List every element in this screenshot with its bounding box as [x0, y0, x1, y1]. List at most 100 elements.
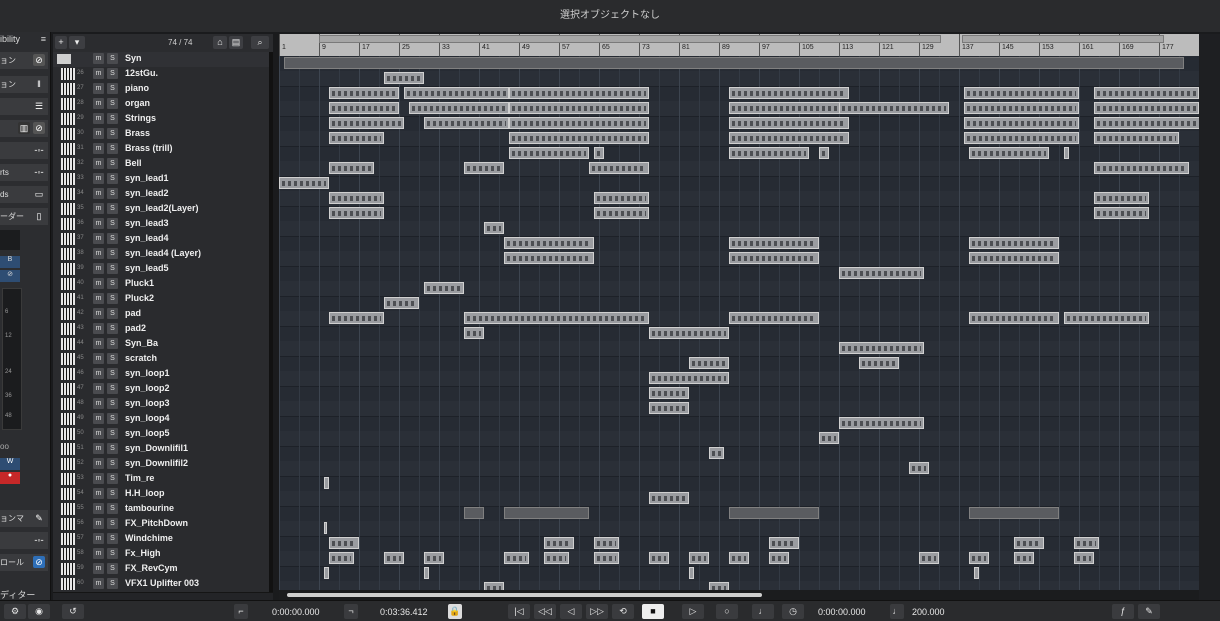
midi-part[interactable] [964, 87, 1079, 99]
solo-button[interactable]: S [107, 563, 118, 574]
midi-part[interactable] [729, 237, 819, 249]
mute-button[interactable]: m [93, 83, 104, 94]
track-row[interactable]: 52 m Ssyn_Downlifil2 [53, 457, 273, 473]
pencil-icon[interactable]: ✎ [1138, 604, 1160, 619]
midi-part[interactable] [1064, 147, 1069, 159]
midi-part[interactable] [729, 132, 849, 144]
midi-part[interactable] [729, 312, 819, 324]
timeline-ruler[interactable]: 1 9 17 25 33 41 49 57 65 73 81 89 97 105 113 121 129 137 1… [279, 34, 1199, 56]
midi-part[interactable] [1014, 537, 1044, 549]
midi-part[interactable] [649, 492, 689, 504]
midi-part[interactable] [1074, 537, 1099, 549]
track-row[interactable]: 42 m Spad [53, 307, 273, 323]
track-row[interactable]: 54 m S H.H_loop [53, 487, 273, 503]
rewind-button[interactable]: ◁◁ [534, 604, 556, 619]
midi-part[interactable] [689, 552, 709, 564]
mute-button[interactable]: m [93, 503, 104, 514]
track-row[interactable]: 30 m S Brass [53, 127, 273, 143]
midi-part[interactable] [839, 342, 924, 354]
go-to-start-button[interactable]: |◁ [508, 604, 530, 619]
midi-part[interactable] [594, 192, 649, 204]
track-row[interactable]: 40 m S Pluck1 [53, 277, 273, 293]
settings-icon[interactable]: ⊘ [33, 556, 45, 568]
mute-button[interactable]: m [93, 248, 104, 259]
mute-button[interactable]: m [93, 188, 104, 199]
midi-part[interactable] [329, 312, 384, 324]
track-row[interactable]: 41 m S Pluck2 [53, 292, 273, 308]
solo-button[interactable]: S [107, 503, 118, 514]
midi-part[interactable] [464, 312, 649, 324]
midi-part[interactable] [729, 147, 809, 159]
mute-button[interactable]: m [93, 98, 104, 109]
midi-part[interactable] [329, 207, 384, 219]
solo-button[interactable]: S [107, 413, 118, 424]
inspector-row-1[interactable]: ョン ⊘ [0, 52, 48, 69]
record-button[interactable]: ○ [716, 604, 738, 619]
inspector-row-sends[interactable]: rts -◦- [0, 164, 48, 181]
edit-icon[interactable]: ⊘ [33, 122, 45, 134]
solo-button[interactable]: S [107, 68, 118, 79]
midi-part[interactable] [1094, 192, 1149, 204]
midi-part[interactable] [1014, 552, 1034, 564]
mute-button[interactable]: m [93, 548, 104, 559]
midi-part[interactable] [329, 162, 374, 174]
track-row[interactable]: 47 m Ssyn_loop2 [53, 382, 273, 398]
sliders-icon[interactable]: ☰ [33, 100, 45, 112]
track-row[interactable]: 26 m S 12stGu. [53, 67, 273, 83]
solo-button[interactable]: S [107, 248, 118, 259]
midi-part[interactable] [424, 282, 464, 294]
inspector-row-connector[interactable]: -◦- [0, 532, 48, 549]
midi-part[interactable] [689, 567, 694, 579]
midi-part[interactable] [329, 132, 384, 144]
solo-button[interactable]: S [107, 548, 118, 559]
inspector-row-fader[interactable]: ーダー ▯ [0, 208, 48, 225]
track-row[interactable]: 45 m Sscratch [53, 352, 273, 368]
solo-button[interactable]: S [107, 533, 118, 544]
midi-part[interactable] [509, 87, 649, 99]
track-row[interactable]: 31 m S Brass (trill) [53, 142, 273, 158]
connector-icon[interactable]: -◦- [33, 144, 45, 156]
mute-button[interactable]: m [93, 218, 104, 229]
track-row[interactable]: 27 m Spiano [53, 82, 273, 98]
solo-button[interactable]: S [107, 203, 118, 214]
midi-part[interactable] [769, 552, 789, 564]
midi-part[interactable] [969, 552, 989, 564]
track-row[interactable]: 33 m Ssyn_lead1 [53, 172, 273, 188]
midi-part[interactable] [464, 327, 484, 339]
midi-part[interactable] [909, 462, 929, 474]
edit-icon[interactable]: ⊘ [33, 54, 45, 66]
horizontal-scroll-thumb[interactable] [287, 593, 762, 597]
mute-button[interactable]: m [93, 413, 104, 424]
midi-part[interactable] [729, 552, 749, 564]
midi-part[interactable] [509, 117, 649, 129]
track-row[interactable]: 53 m S Tim_re [53, 472, 273, 488]
track-row[interactable]: 59 m S FX_RevCym [53, 562, 273, 578]
midi-part[interactable] [404, 87, 509, 99]
midi-part[interactable] [594, 552, 619, 564]
monitor-icon[interactable]: ▭ [33, 188, 45, 200]
midi-part[interactable] [484, 222, 504, 234]
track-row[interactable]: 58 m S Fx_High [53, 547, 273, 563]
midi-part[interactable] [839, 267, 924, 279]
add-track-button[interactable]: + [55, 36, 67, 49]
track-row[interactable]: 44 m S Syn_Ba [53, 337, 273, 353]
midi-part[interactable] [729, 252, 819, 264]
midi-part[interactable] [409, 102, 509, 114]
mute-button[interactable]: m [93, 353, 104, 364]
solo-button[interactable]: S [107, 488, 118, 499]
pencil-icon[interactable]: ✎ [33, 512, 45, 524]
midi-part[interactable] [1094, 162, 1189, 174]
inspector-row-2[interactable]: ョン ‖ [0, 76, 48, 93]
midi-part[interactable] [324, 477, 329, 489]
mute-button[interactable]: m [93, 128, 104, 139]
midi-part[interactable] [839, 102, 949, 114]
midi-part[interactable] [329, 87, 399, 99]
cycle-marker-range-2[interactable] [962, 35, 1164, 43]
stop-button[interactable]: ■ [642, 604, 664, 619]
track-row[interactable]: 48 m Ssyn_loop3 [53, 397, 273, 413]
midi-part[interactable] [509, 147, 589, 159]
solo-button[interactable]: S [107, 473, 118, 484]
loop-icon[interactable]: ↺ [62, 604, 84, 619]
solo-button[interactable]: S [107, 578, 118, 589]
mute-button[interactable]: m [93, 533, 104, 544]
